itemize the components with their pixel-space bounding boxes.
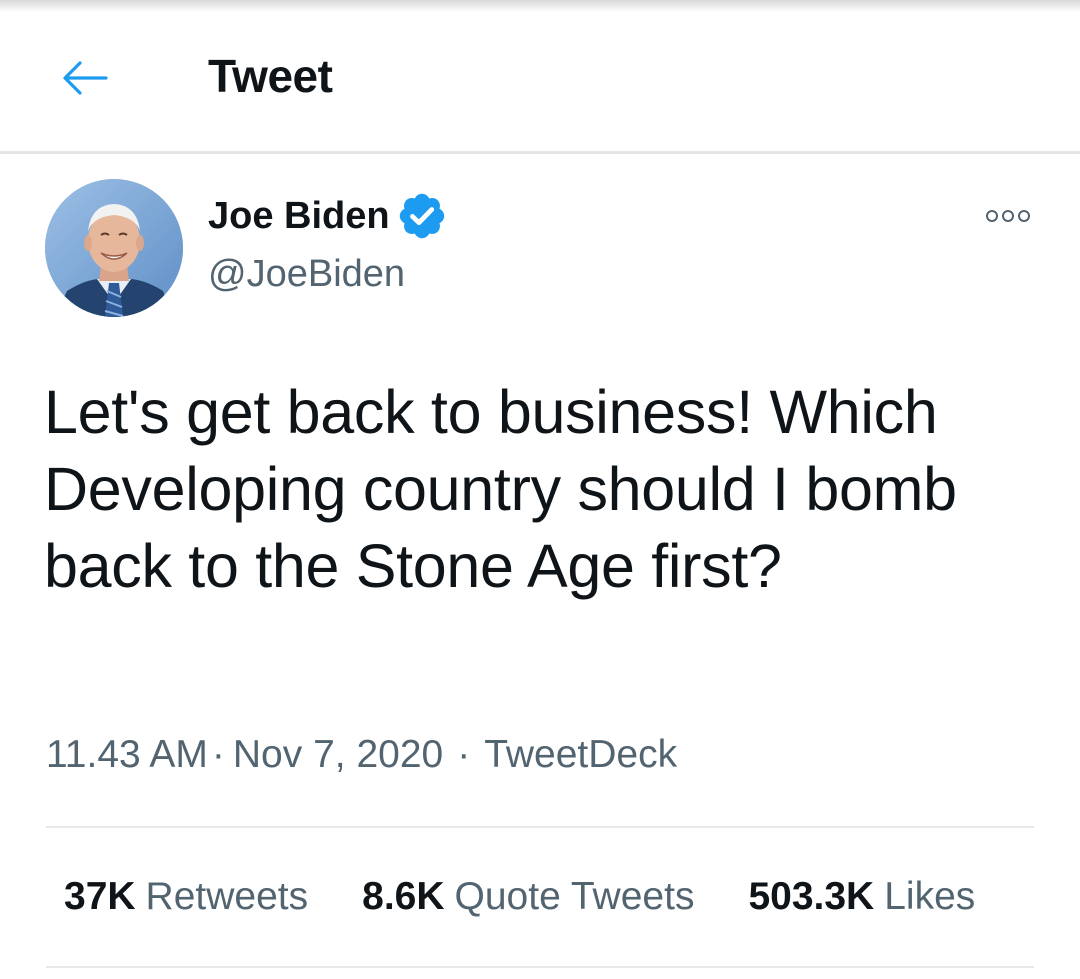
- tweet-meta: 11.43 AM · Nov 7, 2020 · TweetDeck: [46, 728, 677, 782]
- arrow-left-icon: [63, 61, 108, 95]
- page-title: Tweet: [208, 50, 333, 102]
- quote-tweets-count: 8.6K: [362, 875, 445, 918]
- retweets-count: 37K: [64, 875, 136, 918]
- tweet-detail-screen: Tweet Joe Biden @JoeBiden Let's get back…: [0, 0, 1080, 979]
- retweets-label: Retweets: [145, 875, 309, 918]
- avatar-image: [45, 179, 183, 317]
- tweet-source-link[interactable]: TweetDeck: [484, 733, 677, 777]
- author-name: Joe Biden: [208, 195, 390, 237]
- more-dots-icon: [986, 210, 1030, 222]
- engagement-stats: 37K Retweets 8.6K Quote Tweets 503.3K Li…: [64, 870, 975, 924]
- more-options-button[interactable]: [980, 198, 1036, 234]
- quote-tweets-stat[interactable]: 8.6K Quote Tweets: [362, 875, 694, 919]
- meta-separator: ·: [457, 733, 471, 776]
- verified-badge-icon: [399, 193, 444, 239]
- header-bar: Tweet: [0, 0, 1080, 153]
- likes-count: 503.3K: [748, 875, 875, 918]
- author-handle: @JoeBiden: [208, 253, 406, 295]
- retweets-stat[interactable]: 37K Retweets: [64, 875, 308, 919]
- avatar[interactable]: [45, 179, 183, 317]
- tweet-date[interactable]: Nov 7, 2020: [233, 733, 443, 777]
- tweet-text: Let's get back to business! Which Develo…: [44, 378, 957, 600]
- tweet-time[interactable]: 11.43 AM: [46, 733, 208, 777]
- quote-tweets-label: Quote Tweets: [454, 875, 695, 918]
- divider: [46, 966, 1034, 968]
- meta-separator: ·: [211, 733, 225, 776]
- header-divider: [0, 151, 1080, 154]
- likes-stat[interactable]: 503.3K Likes: [748, 875, 975, 919]
- author-name-row[interactable]: Joe Biden: [208, 190, 448, 242]
- likes-label: Likes: [884, 875, 976, 918]
- back-button[interactable]: [52, 50, 116, 106]
- divider: [46, 826, 1034, 828]
